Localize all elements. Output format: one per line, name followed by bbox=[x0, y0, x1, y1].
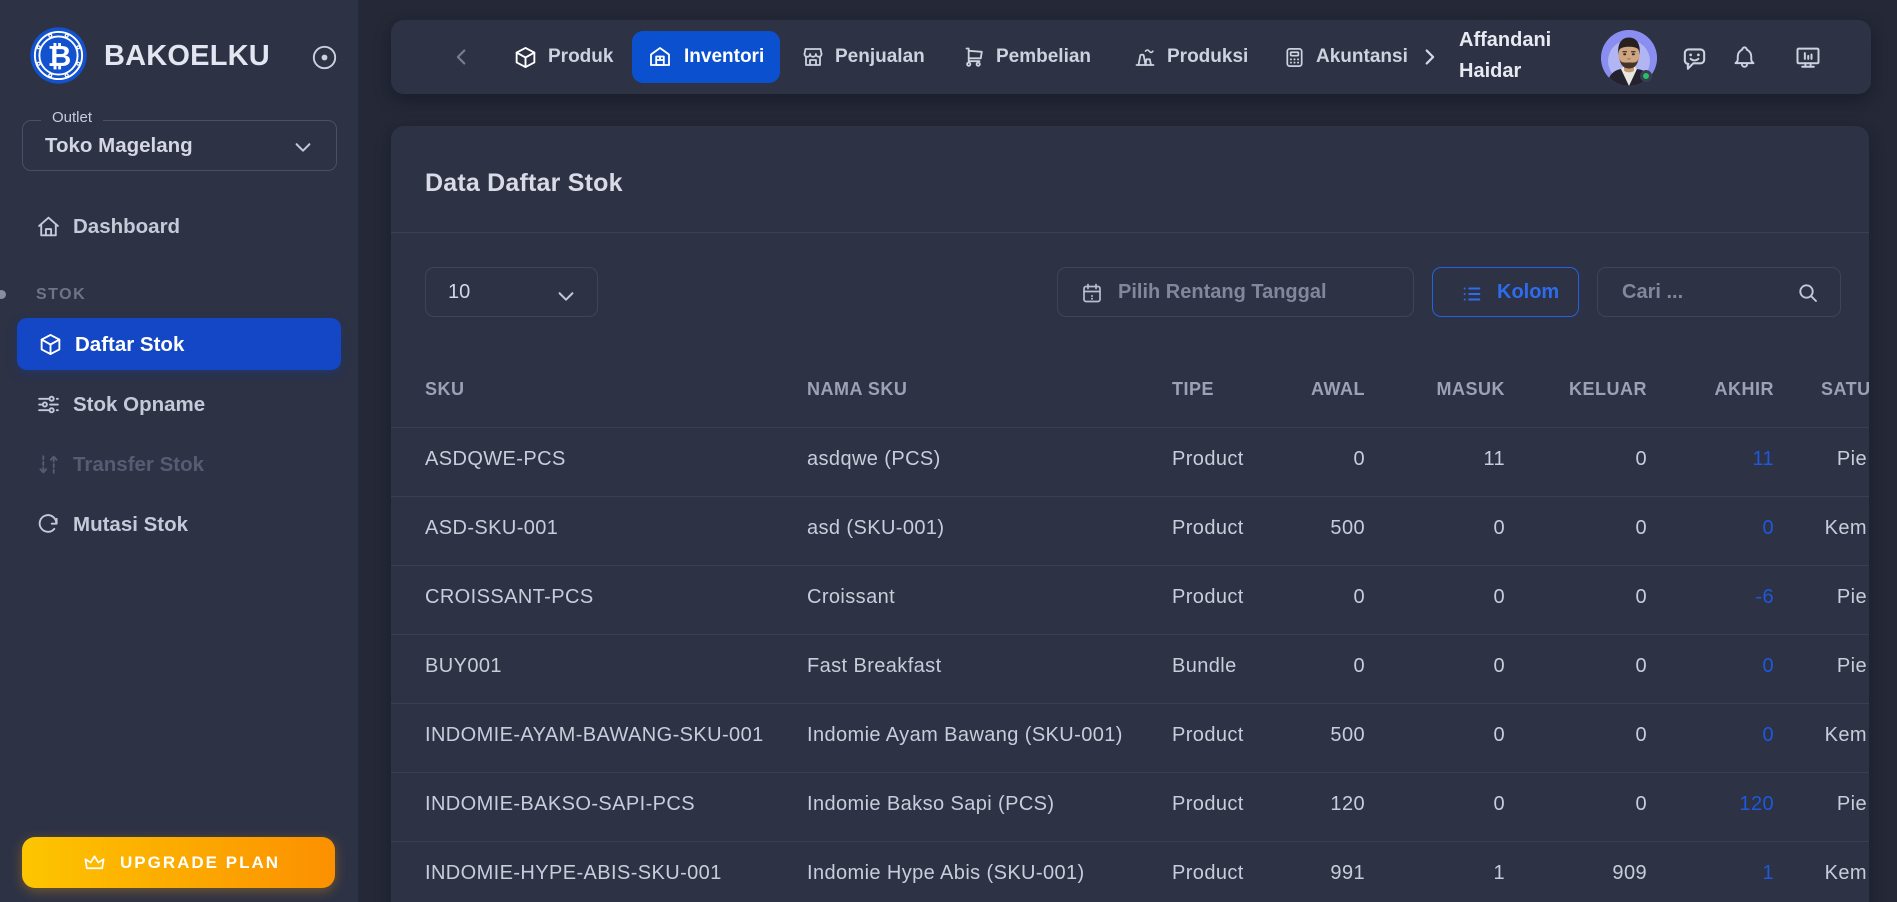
svg-text:₿: ₿ bbox=[48, 41, 72, 73]
